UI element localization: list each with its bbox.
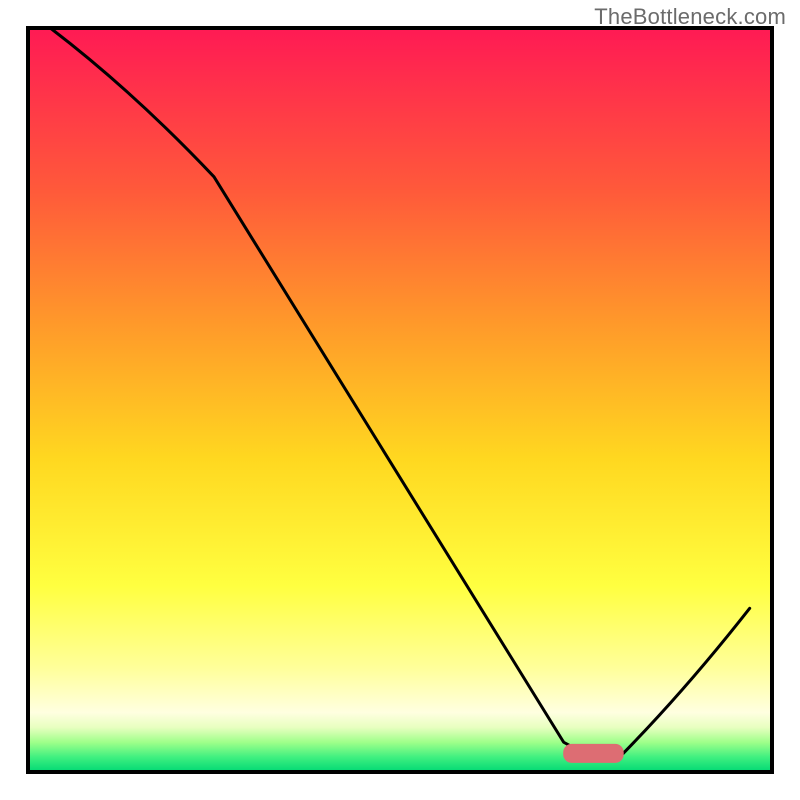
chart-stage: TheBottleneck.com xyxy=(0,0,800,800)
watermark-text: TheBottleneck.com xyxy=(594,4,786,30)
optimal-zone-marker xyxy=(564,744,624,762)
gradient-background xyxy=(28,28,772,772)
chart-svg xyxy=(0,0,800,800)
